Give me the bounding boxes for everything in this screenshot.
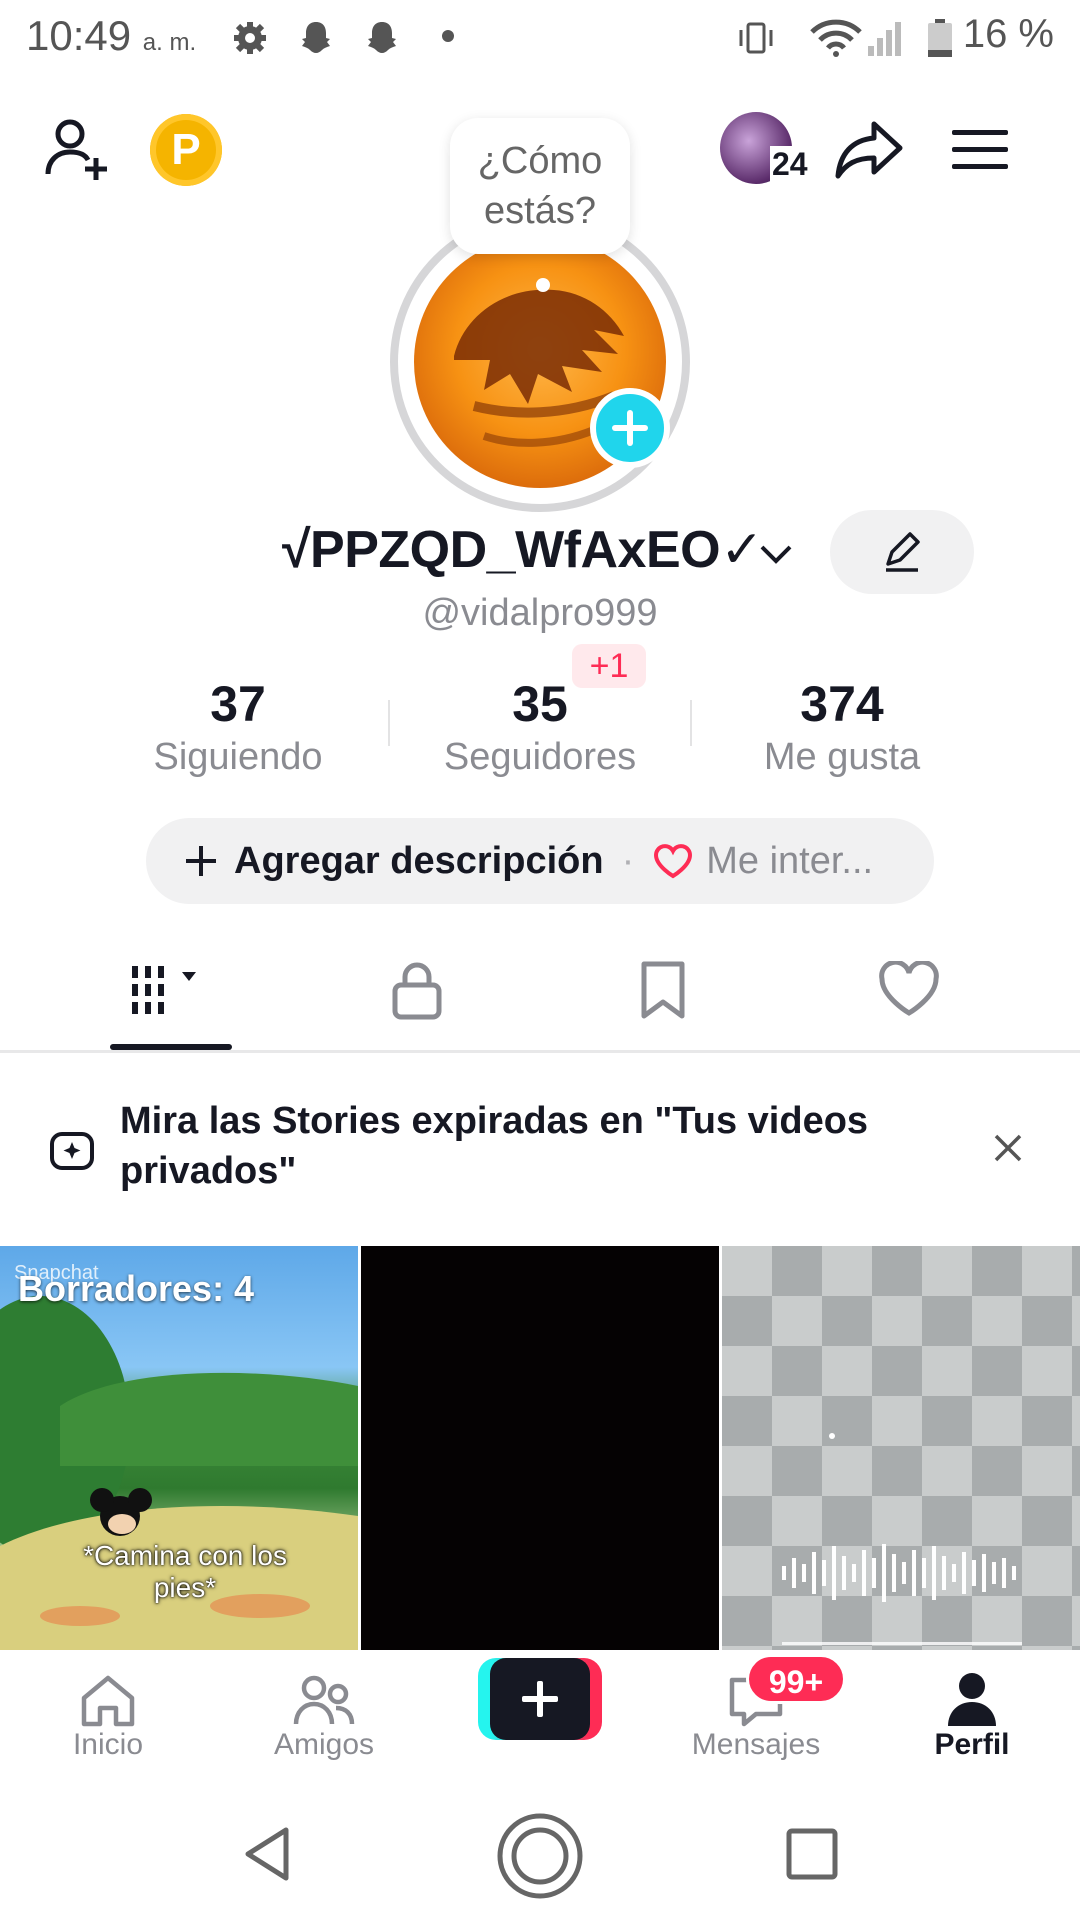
bubble-tail bbox=[536, 278, 550, 292]
battery-level: 16 % bbox=[962, 12, 1054, 56]
heart-icon bbox=[654, 844, 693, 879]
add-story-button[interactable] bbox=[590, 388, 670, 468]
menu-button[interactable] bbox=[940, 110, 1020, 190]
recents-icon[interactable] bbox=[784, 1826, 840, 1882]
audio-waveform-image bbox=[782, 1433, 1022, 1645]
likes-label: Me gusta bbox=[763, 736, 921, 778]
separator-dot: · bbox=[621, 839, 635, 882]
messages-badge: 99+ bbox=[746, 1654, 846, 1704]
display-name[interactable]: √PPZQD_WfAxEO✓ bbox=[282, 520, 764, 580]
vibrate-icon bbox=[739, 22, 773, 54]
viewers-count: 24 bbox=[770, 146, 810, 183]
add-user-icon bbox=[45, 119, 107, 180]
snapchat-icon bbox=[302, 22, 330, 53]
hamburger-menu-icon bbox=[952, 130, 1008, 169]
share-button[interactable] bbox=[830, 110, 910, 190]
plus-icon bbox=[522, 1681, 558, 1717]
battery-icon bbox=[928, 19, 952, 57]
video-caption: *Camina con los pies* bbox=[83, 1540, 287, 1603]
likes-count: 374 bbox=[800, 676, 884, 732]
home-icon bbox=[81, 1675, 135, 1727]
chevron-down-icon[interactable] bbox=[758, 536, 794, 572]
more-notifications-dot bbox=[442, 30, 454, 42]
share-icon bbox=[835, 121, 903, 179]
add-friend-button[interactable] bbox=[38, 110, 118, 190]
nav-profile-label: Perfil bbox=[934, 1728, 1010, 1761]
nav-profile[interactable]: Perfil bbox=[892, 1668, 1052, 1762]
video-thumbnail-black[interactable] bbox=[361, 1246, 719, 1650]
username: @vidalpro999 bbox=[422, 592, 658, 634]
following-label: Siguiendo bbox=[153, 736, 323, 778]
back-icon[interactable] bbox=[240, 1824, 296, 1884]
followers-count: 35 bbox=[512, 676, 568, 732]
likes-stat[interactable]: 374 Me gusta bbox=[692, 676, 992, 779]
nav-friends-label: Amigos bbox=[273, 1728, 375, 1761]
status-bar: 10:49 a. m. 16 % bbox=[0, 0, 1080, 80]
video-thumbnail-audio[interactable] bbox=[722, 1246, 1080, 1650]
stories-banner-text[interactable]: Mira las Stories expiradas en "Tus video… bbox=[120, 1096, 940, 1196]
pencil-icon bbox=[886, 532, 920, 572]
system-navigation-bar bbox=[0, 1800, 1080, 1920]
create-button[interactable] bbox=[490, 1658, 590, 1740]
tab-private[interactable] bbox=[357, 950, 477, 1030]
tabs-divider bbox=[0, 1050, 1080, 1053]
bubble-line-1: ¿Cómo bbox=[477, 140, 603, 182]
status-bubble[interactable]: ¿Cómo estás? bbox=[450, 118, 630, 254]
following-count: 37 bbox=[210, 676, 266, 732]
heart-icon bbox=[879, 961, 939, 1016]
grid-icon bbox=[132, 966, 196, 1014]
close-icon[interactable] bbox=[992, 1132, 1024, 1164]
nav-home[interactable]: Inicio bbox=[28, 1668, 188, 1762]
home-circle-icon[interactable] bbox=[496, 1812, 584, 1900]
settings-icon bbox=[234, 22, 266, 54]
interests-link[interactable]: Me inter... bbox=[706, 840, 873, 883]
new-followers-badge: +1 bbox=[572, 644, 646, 688]
wifi-icon bbox=[810, 19, 862, 57]
story-archive-icon bbox=[50, 1132, 94, 1170]
plus-icon bbox=[612, 410, 648, 446]
profile-icon bbox=[948, 1673, 996, 1726]
signal-icon bbox=[868, 22, 901, 56]
lock-icon bbox=[392, 962, 442, 1020]
snapchat-icon-2 bbox=[368, 22, 396, 53]
drafts-label: Borradores: 4 bbox=[18, 1268, 255, 1309]
friends-icon bbox=[293, 1675, 355, 1725]
following-stat[interactable]: 37 Siguiendo bbox=[88, 676, 388, 779]
followers-label: Seguidores bbox=[443, 736, 637, 778]
nav-home-label: Inicio bbox=[72, 1728, 144, 1761]
followers-stat[interactable]: 35 Seguidores bbox=[390, 676, 690, 779]
edit-profile-button[interactable] bbox=[830, 510, 974, 594]
bubble-line-2: estás? bbox=[484, 190, 596, 232]
coins-button[interactable]: P bbox=[150, 114, 222, 186]
bookmark-icon bbox=[641, 961, 685, 1019]
plus-icon bbox=[186, 846, 216, 876]
add-description-link[interactable]: Agregar descripción bbox=[234, 840, 604, 883]
bio-pill[interactable]: Agregar descripción · Me inter... bbox=[146, 818, 934, 904]
nav-messages-label: Mensajes bbox=[691, 1728, 821, 1761]
tab-videos[interactable] bbox=[110, 950, 232, 1030]
tab-saved[interactable] bbox=[603, 950, 723, 1030]
tab-liked[interactable] bbox=[849, 950, 969, 1030]
clock: 10:49 a. m. bbox=[26, 12, 197, 59]
nav-friends[interactable]: Amigos bbox=[244, 1668, 404, 1762]
